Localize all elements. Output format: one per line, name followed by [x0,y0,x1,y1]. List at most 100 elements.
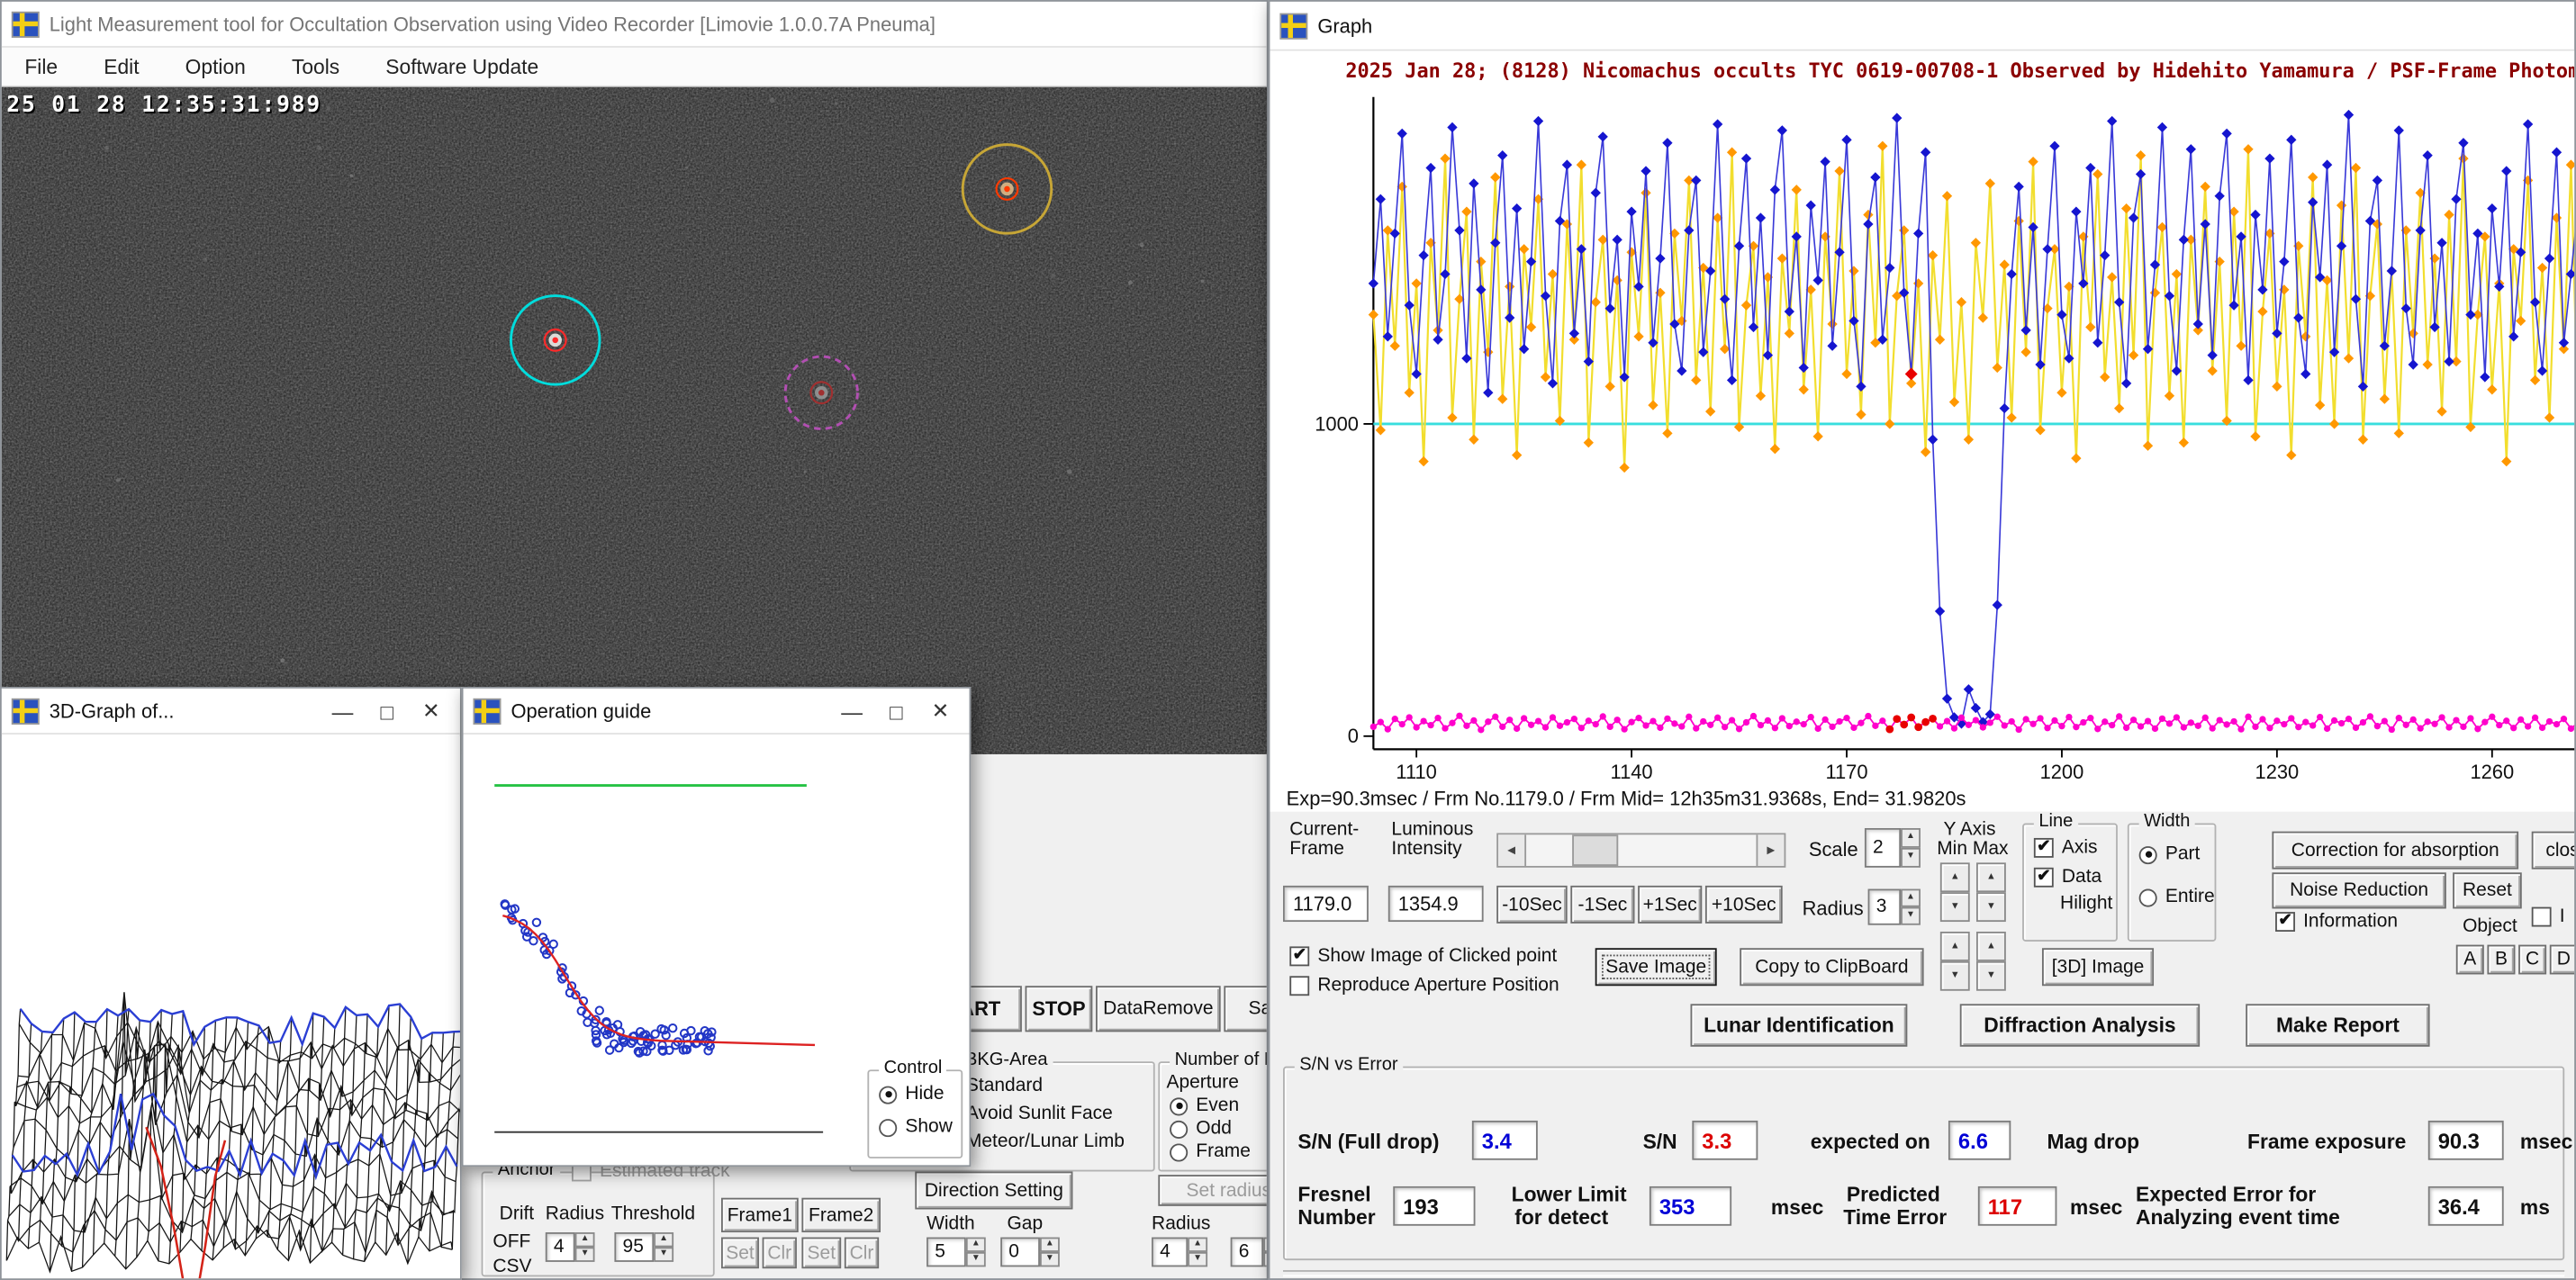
aperture-even-radio[interactable]: Even [1170,1096,1239,1115]
threshold-value[interactable]: 95 [614,1232,655,1262]
scroll-left-icon[interactable]: ◄ [1498,834,1527,866]
dataremove-button[interactable]: DataRemove [1096,986,1221,1032]
part-radio[interactable]: Part [2138,844,2200,864]
hide-radio[interactable]: Hide [879,1085,945,1104]
scale-value[interactable]: 2 [1864,828,1902,868]
clr1-button[interactable]: Clr [762,1237,797,1269]
plus-10sec-button[interactable]: +10Sec [1704,885,1783,924]
maximize-icon[interactable]: □ [365,689,409,735]
panel-radius-spinner[interactable]: 4 ▲ ▼ [1152,1237,1208,1267]
anchor-radius-value[interactable]: 4 [545,1232,575,1262]
spin-up-icon[interactable]: ▲ [574,1232,595,1248]
save-image-button[interactable]: Save Image [1595,948,1717,987]
aperture-odd-radio[interactable]: Odd [1170,1119,1232,1139]
data-hilight-checkbox[interactable]: ✔ Data [2033,867,2101,888]
object-a-button[interactable]: A [2455,944,2484,975]
current-frame-value[interactable]: 1179.0 [1283,885,1369,923]
panel-radius-value[interactable]: 4 [1152,1237,1189,1267]
spin-down-icon[interactable]: ▼ [654,1247,674,1262]
minimize-icon[interactable]: — [321,689,365,735]
yaxis-max-down-icon[interactable]: ▼ [1975,892,2006,923]
scale-spinner[interactable]: 2 ▲ ▼ [1864,828,1921,868]
spin-up-icon[interactable]: ▲ [1901,888,1921,907]
light-curve-chart[interactable]: 0 1000 1110 1140 1170 1200 1230 1260 [1270,87,2576,784]
yaxis-max-up-icon[interactable]: ▲ [1975,862,2006,893]
aperture-frame-radio[interactable]: Frame [1170,1142,1251,1162]
stop-button[interactable]: STOP [1025,986,1093,1032]
threshold-spinner[interactable]: 95 ▲ ▼ [614,1232,674,1262]
width-value[interactable]: 5 [926,1237,966,1267]
yaxis-max2-up-icon[interactable]: ▲ [1975,932,2006,961]
object-d-button[interactable]: D [2549,944,2575,975]
clr2-button[interactable]: Clr [844,1237,880,1269]
spin-up-icon[interactable]: ▲ [1039,1237,1060,1252]
minus-1sec-button[interactable]: -1Sec [1570,885,1635,924]
noise-reduction-button[interactable]: Noise Reduction [2272,872,2446,909]
spin-down-icon[interactable]: ▼ [1901,847,1921,868]
scrollbar-track[interactable] [1526,834,1756,866]
yaxis-min2-up-icon[interactable]: ▲ [1939,932,1970,961]
axis-checkbox[interactable]: ✔ Axis [2033,837,2098,858]
reproduce-aperture-checkbox[interactable]: Reproduce Aperture Position [1289,976,1559,996]
show-radio[interactable]: Show [879,1117,953,1137]
spin-up-icon[interactable]: ▲ [1188,1237,1208,1252]
save-button[interactable]: Save [1224,986,1267,1032]
yaxis-min-up-icon[interactable]: ▲ [1939,862,1970,893]
menu-software-update[interactable]: Software Update [385,55,538,78]
graph-radius-value[interactable]: 3 [1867,888,1902,925]
spin-down-icon[interactable]: ▼ [1039,1251,1060,1267]
correction-absorption-button[interactable]: Correction for absorption [2272,831,2519,870]
lunar-identification-button[interactable]: Lunar Identification [1690,1004,1908,1047]
width-spinner[interactable]: 5 ▲ ▼ [926,1237,986,1267]
set1-button[interactable]: Set [720,1237,759,1269]
frame-scrollbar[interactable]: ◄ ► [1496,833,1786,868]
spin-down-icon[interactable]: ▼ [1188,1251,1208,1267]
spin-down-icon[interactable]: ▼ [1901,906,1921,925]
show-image-checkbox[interactable]: ✔ Show Image of Clicked point [1289,946,1557,967]
spin-up-icon[interactable]: ▲ [1901,828,1921,848]
maximize-icon[interactable]: □ [874,689,918,735]
plus-1sec-button[interactable]: +1Sec [1638,885,1703,924]
spin-down-icon[interactable]: ▼ [574,1247,595,1262]
opguide-titlebar[interactable]: Operation guide — □ ✕ [463,688,970,735]
luminous-intensity-value[interactable]: 1354.9 [1387,885,1484,923]
scrollbar-thumb[interactable] [1572,834,1619,866]
diffraction-analysis-button[interactable]: Diffraction Analysis [1959,1004,2201,1047]
minus-10sec-button[interactable]: -10Sec [1496,885,1568,924]
threed-surface-plot[interactable] [1,735,462,1280]
anchor-radius-spinner[interactable]: 4 ▲ ▼ [545,1232,595,1262]
panel-extra-value[interactable]: 6 [1230,1237,1264,1267]
information-checkbox[interactable]: ✔ Information [2275,912,2398,933]
yaxis-max2-down-icon[interactable]: ▼ [1975,960,2006,991]
direction-setting-button[interactable]: Direction Setting [915,1171,1073,1210]
set-radius-button[interactable]: Set radius [1158,1175,1267,1206]
copy-clipboard-button[interactable]: Copy to ClipBoard [1740,948,1924,987]
gap-spinner[interactable]: 0 ▲ ▼ [1000,1237,1060,1267]
panel-extra-spinner[interactable]: 6 ▲▼ [1230,1237,1267,1267]
spin-up-icon[interactable]: ▲ [654,1232,674,1248]
menu-file[interactable]: File [24,55,58,78]
reset-button[interactable]: Reset [2453,872,2522,909]
gap-value[interactable]: 0 [1000,1237,1040,1267]
close-icon[interactable]: ✕ [409,689,453,735]
object-c-button[interactable]: C [2518,944,2547,975]
menu-edit[interactable]: Edit [104,55,139,78]
yaxis-min2-down-icon[interactable]: ▼ [1939,960,1970,991]
spin-up-icon[interactable]: ▲ [965,1237,986,1252]
frame2-button[interactable]: Frame2 [801,1197,881,1233]
scroll-right-icon[interactable]: ► [1756,834,1785,866]
close-button[interactable]: close [2531,831,2575,870]
object-b-button[interactable]: B [2487,944,2516,975]
menu-option[interactable]: Option [185,55,246,78]
main-titlebar[interactable]: Light Measurement tool for Occultation O… [1,1,1267,48]
invert-checkbox[interactable]: I [2531,906,2565,927]
threed-image-button[interactable]: [3D] Image [2041,948,2155,987]
menu-tools[interactable]: Tools [292,55,339,78]
graph-radius-spinner[interactable]: 3 ▲ ▼ [1867,888,1921,925]
graph-titlebar[interactable]: Graph [1270,1,2575,51]
entire-radio[interactable]: Entire [2138,888,2215,907]
video-frame[interactable]: 25 01 28 12:35:31:989 [1,86,1267,754]
make-report-button[interactable]: Make Report [2246,1004,2430,1047]
frame1-button[interactable]: Frame1 [720,1197,799,1233]
spin-down-icon[interactable]: ▼ [965,1251,986,1267]
